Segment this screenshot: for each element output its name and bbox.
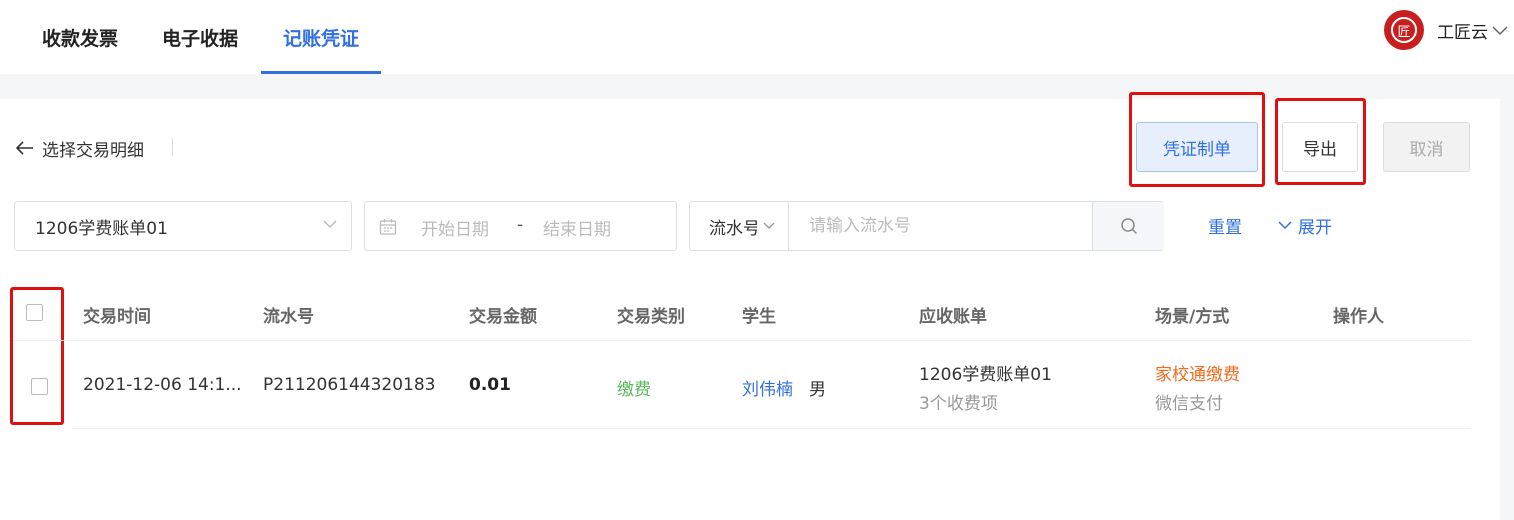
column-header-bill: 应收账单 (919, 307, 987, 327)
select-all-checkbox[interactable] (26, 304, 43, 321)
column-header-time: 交易时间 (83, 307, 151, 327)
cell-scene: 家校通缴费 (1155, 365, 1240, 385)
back-label: 选择交易明细 (42, 140, 144, 161)
column-header-scene: 场景/方式 (1155, 307, 1230, 327)
cell-method: 微信支付 (1155, 394, 1223, 414)
header-divider (14, 340, 1470, 341)
account-menu[interactable]: 匠 工匠云 (1384, 10, 1514, 50)
date-start-placeholder: 开始日期 (421, 220, 489, 240)
arrow-left-icon (16, 141, 34, 155)
cell-serial: P211206144320183 (263, 375, 436, 395)
brand-logo-icon: 匠 (1384, 10, 1424, 50)
brand-name: 工匠云 (1437, 22, 1488, 43)
date-end-placeholder: 结束日期 (543, 220, 611, 240)
back-link[interactable]: 选择交易明细 (16, 136, 144, 161)
voucher-button[interactable]: 凭证制单 (1136, 122, 1258, 172)
divider (172, 138, 173, 156)
search-group: 流水号 (689, 201, 1164, 251)
expand-label: 展开 (1298, 218, 1332, 238)
date-separator: - (517, 215, 524, 235)
cell-amount: 0.01 (469, 375, 511, 395)
cell-category: 缴费 (617, 380, 651, 400)
cell-time: 2021-12-06 14:1... (83, 375, 242, 395)
cell-bill-name: 1206学费账单01 (919, 365, 1052, 385)
chevron-down-icon (763, 222, 775, 230)
row-checkbox[interactable] (31, 378, 48, 395)
date-range-picker[interactable]: 开始日期 - 结束日期 (364, 201, 677, 251)
row-divider (72, 428, 1470, 429)
cell-student-gender: 男 (809, 380, 826, 400)
tab-voucher[interactable]: 记账凭证 (261, 0, 381, 74)
column-header-serial: 流水号 (263, 307, 314, 327)
export-button[interactable]: 导出 (1282, 122, 1358, 172)
search-icon (1120, 217, 1138, 235)
tab-receipt[interactable]: 电子收据 (140, 0, 260, 74)
cell-bill-items: 3个收费项 (919, 394, 998, 414)
column-header-category: 交易类别 (617, 307, 685, 327)
search-button[interactable] (1092, 202, 1164, 250)
search-type-select[interactable]: 流水号 (690, 202, 789, 250)
chevron-down-icon (1278, 221, 1292, 230)
bill-select[interactable]: 1206学费账单01 (14, 201, 352, 251)
active-tab-indicator (261, 71, 381, 74)
chevron-down-icon (323, 220, 337, 229)
reset-link[interactable]: 重置 (1208, 213, 1242, 238)
cancel-button[interactable]: 取消 (1383, 122, 1470, 172)
tab-invoice[interactable]: 收款发票 (20, 0, 140, 74)
expand-link[interactable]: 展开 (1278, 213, 1332, 238)
column-header-amount: 交易金额 (469, 307, 537, 327)
search-input[interactable] (790, 202, 1092, 250)
calendar-icon (379, 218, 397, 236)
top-nav: 收款发票 电子收据 记账凭证 匠 工匠云 (0, 0, 1514, 74)
search-type-value: 流水号 (709, 218, 757, 239)
brand-logo-char: 匠 (1391, 17, 1417, 43)
student-name-link[interactable]: 刘伟楠 (742, 375, 793, 400)
chevron-down-icon (1492, 21, 1508, 40)
column-header-operator: 操作人 (1333, 307, 1384, 327)
bill-select-value: 1206学费账单01 (35, 218, 168, 239)
column-header-student: 学生 (742, 307, 776, 327)
